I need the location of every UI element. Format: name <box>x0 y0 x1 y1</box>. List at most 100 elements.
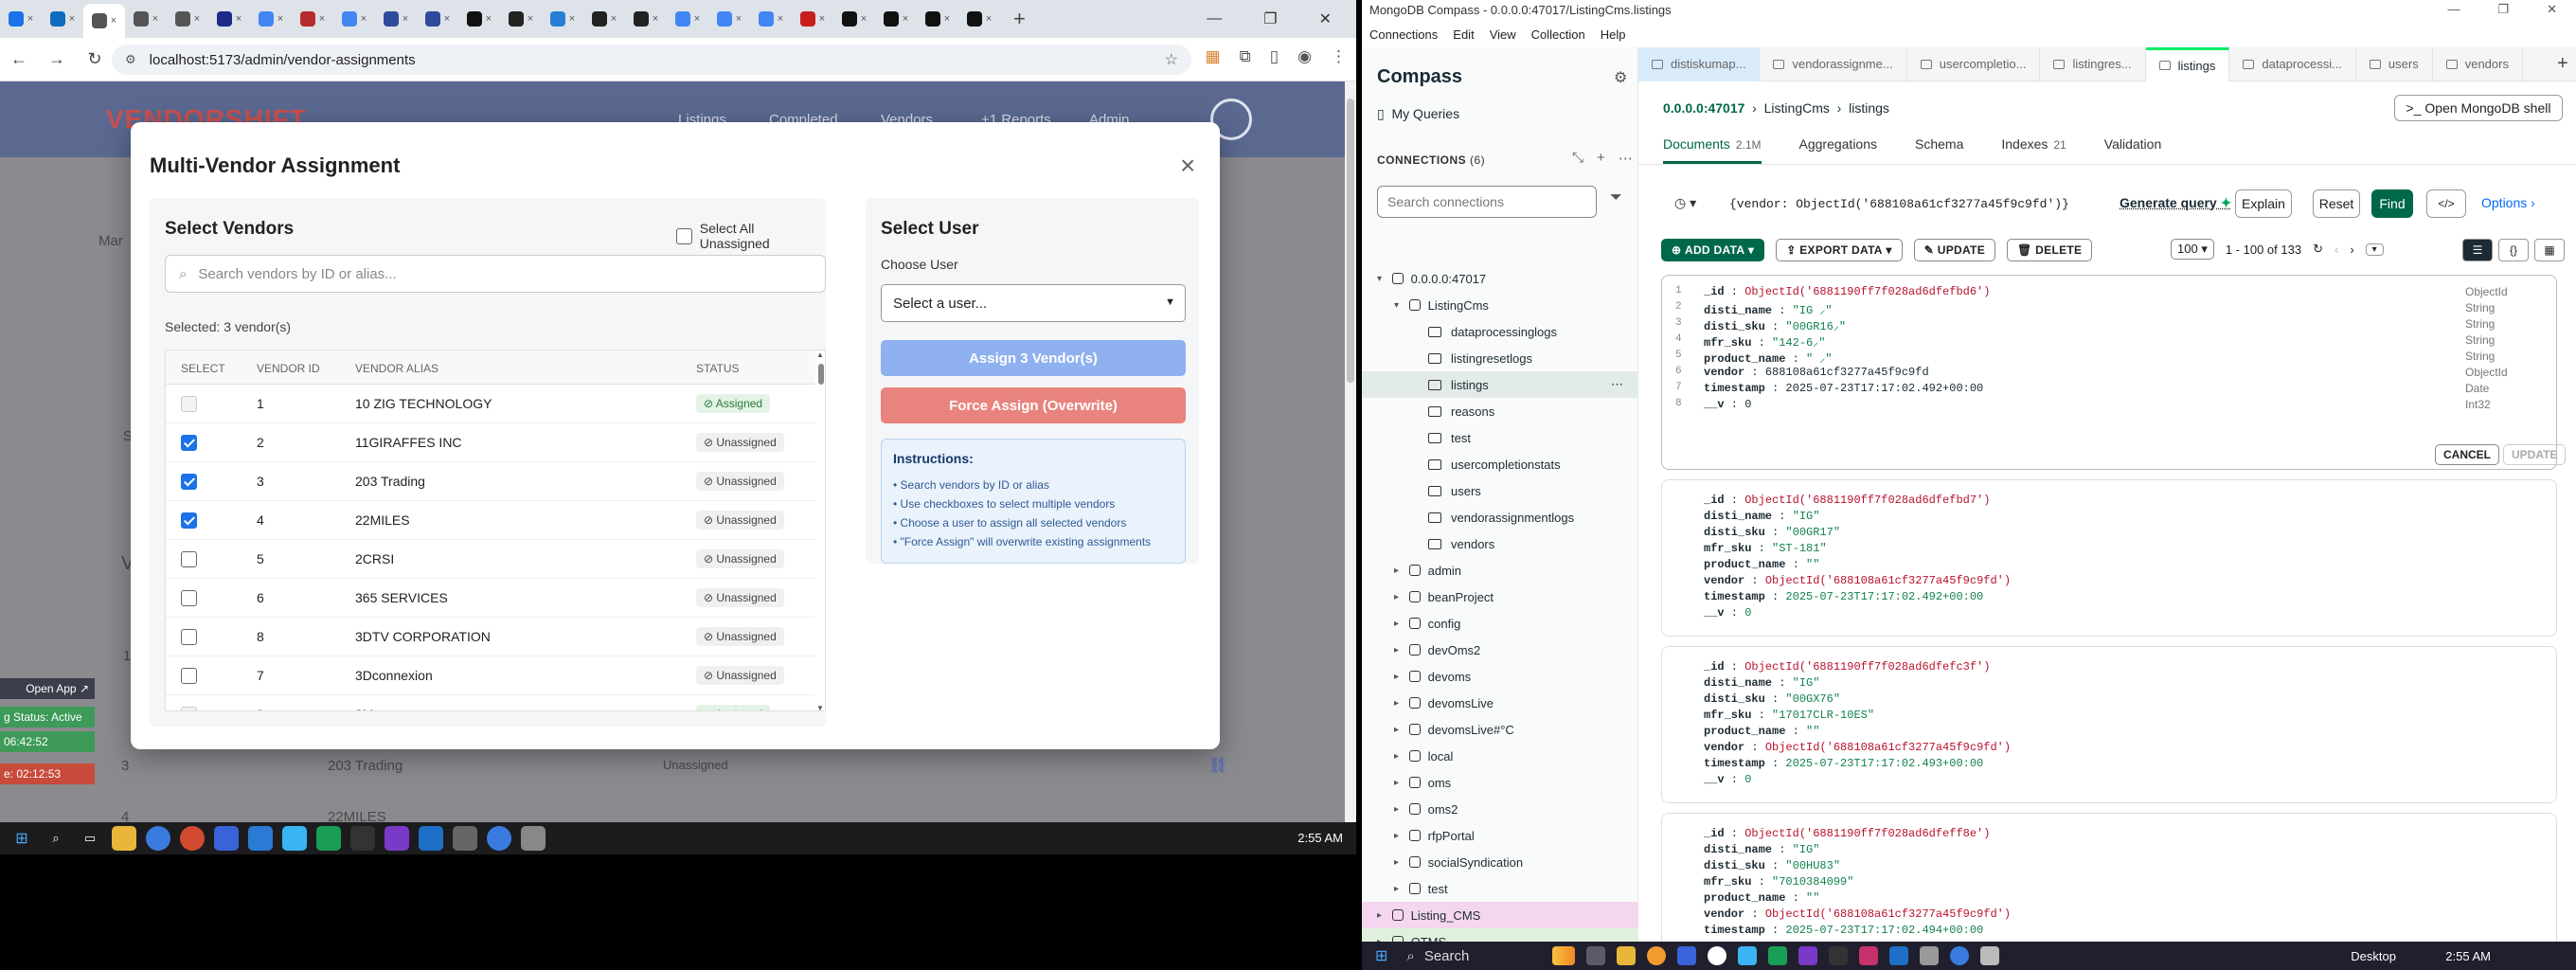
browser-tab[interactable]: × <box>292 5 333 33</box>
menu-item[interactable]: Connections <box>1369 27 1438 42</box>
taskbar-clock[interactable]: 2:55 AM <box>2445 949 2491 963</box>
collection-tab[interactable]: dataprocessi... <box>2229 46 2356 81</box>
restore-icon[interactable]: ❐ <box>2497 2 2509 17</box>
copilot-icon[interactable] <box>1552 946 1576 965</box>
app-icon[interactable] <box>453 826 477 851</box>
browser-tab[interactable]: × <box>42 5 83 33</box>
minimize-icon[interactable]: — <box>2447 2 2460 17</box>
tab-schema[interactable]: Schema <box>1915 136 1963 164</box>
breadcrumb-host[interactable]: 0.0.0.0:47017 <box>1663 100 1744 116</box>
tab-close-icon[interactable]: × <box>694 13 700 25</box>
desktop-label[interactable]: Desktop <box>2351 949 2396 963</box>
app-icon[interactable] <box>1708 946 1727 965</box>
back-icon[interactable]: ← <box>0 49 38 69</box>
app-icon[interactable] <box>180 826 205 851</box>
app-icon[interactable] <box>521 826 546 851</box>
tree-item-coll[interactable]: users <box>1362 477 1638 504</box>
close-icon[interactable]: ✕ <box>1319 9 1332 28</box>
chevron-icon[interactable]: ▸ <box>1394 857 1405 868</box>
tab-close-icon[interactable]: × <box>319 13 325 25</box>
chevron-icon[interactable]: ▸ <box>1394 884 1405 894</box>
browser-tab[interactable]: × <box>917 5 958 33</box>
scrollbar-thumb[interactable] <box>1347 99 1354 383</box>
browser-tab[interactable]: × <box>708 5 750 33</box>
browser-tab[interactable]: × <box>833 5 875 33</box>
cancel-button[interactable]: CANCEL <box>2435 444 2499 465</box>
terminal-icon[interactable] <box>1829 946 1849 965</box>
vendor-search-input[interactable]: ⌕ Search vendors by ID or alias... <box>165 255 826 293</box>
force-assign-button[interactable]: Force Assign (Overwrite) <box>881 387 1186 423</box>
chevron-icon[interactable]: ▸ <box>1394 831 1405 841</box>
tab-close-icon[interactable]: × <box>528 13 533 25</box>
puzzle-icon[interactable]: ⧉ <box>1240 47 1251 66</box>
collection-tab[interactable]: vendors <box>2433 46 2523 81</box>
task-view-icon[interactable] <box>1586 946 1606 965</box>
chevron-icon[interactable]: ▸ <box>1394 804 1405 815</box>
list-view-icon[interactable]: ☰ <box>2462 239 2493 261</box>
document-card[interactable]: _id : ObjectId('6881190ff7f028ad6dfefc3f… <box>1661 646 2557 803</box>
tree-item-coll[interactable]: vendors <box>1362 530 1638 557</box>
row-checkbox[interactable] <box>181 629 197 645</box>
tree-item-conn[interactable]: ▸ Listing_CMS <box>1362 902 1638 928</box>
tab-close-icon[interactable]: × <box>444 13 450 25</box>
minimize-icon[interactable]: — <box>1207 10 1222 27</box>
document-field[interactable]: disti_name : "IG ⸝" <box>1704 301 1833 317</box>
collection-tab[interactable]: listingres... <box>2040 46 2146 81</box>
table-row[interactable]: 3 203 Trading ⊘ Unassigned <box>166 462 815 501</box>
update-doc-button[interactable]: UPDATE <box>2503 444 2567 465</box>
document-card[interactable]: _id : ObjectId('6881190ff7f028ad6dfeff8e… <box>1661 813 2557 942</box>
browser-tab[interactable]: × <box>958 5 1000 33</box>
tree-item-db[interactable]: ▸ devoms <box>1362 663 1638 690</box>
document-field[interactable]: __v : 0 <box>1704 398 1751 411</box>
browser-tab[interactable]: × <box>458 5 500 33</box>
excel-icon[interactable] <box>316 826 341 851</box>
field-value[interactable]: " ⸝" <box>1806 352 1833 366</box>
tree-item-db[interactable]: ▸ beanProject <box>1362 584 1638 610</box>
tree-item-db[interactable]: ▸ admin <box>1362 557 1638 584</box>
query-input[interactable]: {vendor: ObjectId('688108a61cf3277a45f9c… <box>1729 197 2127 211</box>
browser-tab[interactable]: × <box>750 5 792 33</box>
document-field[interactable]: product_name : " ⸝" <box>1704 350 1833 366</box>
app-icon[interactable] <box>1859 946 1879 965</box>
tab-close-icon[interactable]: × <box>486 13 492 25</box>
find-button[interactable]: Find <box>2371 189 2413 218</box>
menu-item[interactable]: Collection <box>1531 27 1585 42</box>
breadcrumb-db[interactable]: ListingCms <box>1764 100 1830 116</box>
field-value[interactable]: "00GR16⸝" <box>1785 320 1846 333</box>
tree-item-db[interactable]: ▾ ListingCms <box>1362 292 1638 318</box>
app-icon[interactable] <box>1738 946 1758 965</box>
document-field[interactable]: timestamp : 2025-07-23T17:17:02.492+00:0… <box>1704 382 1983 395</box>
profile-icon[interactable]: ◉ <box>1297 47 1312 66</box>
collapse-icon[interactable]: ⤡ <box>1572 150 1583 167</box>
expand-icon[interactable]: ▾ <box>2365 242 2384 256</box>
tree-item-db[interactable]: ▸ oms <box>1362 769 1638 796</box>
collection-tab[interactable]: users <box>2356 46 2433 81</box>
document-field[interactable]: _id : ObjectId('6881190ff7f028ad6dfefbd6… <box>1704 285 1990 298</box>
tab-close-icon[interactable]: × <box>361 13 367 25</box>
open-shell-button[interactable]: >_ Open MongoDB shell <box>2394 95 2563 121</box>
field-value[interactable]: ObjectId('6881190ff7f028ad6dfefbd6') <box>1744 285 1990 298</box>
scrollbar-thumb[interactable] <box>818 364 824 385</box>
menu-item[interactable]: Edit <box>1453 27 1474 42</box>
add-data-button[interactable]: ⊕ ADD DATA ▾ <box>1661 239 1765 261</box>
row-checkbox[interactable] <box>181 668 197 684</box>
tab-close-icon[interactable]: × <box>27 13 33 25</box>
row-checkbox[interactable] <box>181 435 197 451</box>
tree-item-db[interactable]: ▸ config <box>1362 610 1638 637</box>
chevron-icon[interactable]: ▸ <box>1394 698 1405 709</box>
menu-item[interactable]: Help <box>1601 27 1626 42</box>
tree-item-coll[interactable]: listings ⋯ <box>1362 371 1638 398</box>
table-view-icon[interactable]: ▦ <box>2534 239 2565 261</box>
chevron-icon[interactable]: ▸ <box>1394 619 1405 629</box>
user-select[interactable]: Select a user... ▼ <box>881 284 1186 322</box>
select-all-checkbox[interactable] <box>676 227 692 244</box>
tree-item-db[interactable]: ▸ test <box>1362 875 1638 902</box>
plus-icon[interactable]: + <box>1597 150 1605 167</box>
tree-item-db[interactable]: ▸ local <box>1362 743 1638 769</box>
refresh-icon[interactable]: ↻ <box>2313 242 2323 257</box>
browser-tab[interactable]: × <box>875 5 917 33</box>
tree-item-db[interactable]: ▸ socialSyndication <box>1362 849 1638 875</box>
chrome-icon[interactable] <box>1950 946 1970 965</box>
chevron-icon[interactable]: ▸ <box>1394 751 1405 762</box>
tab-close-icon[interactable]: × <box>944 13 950 25</box>
